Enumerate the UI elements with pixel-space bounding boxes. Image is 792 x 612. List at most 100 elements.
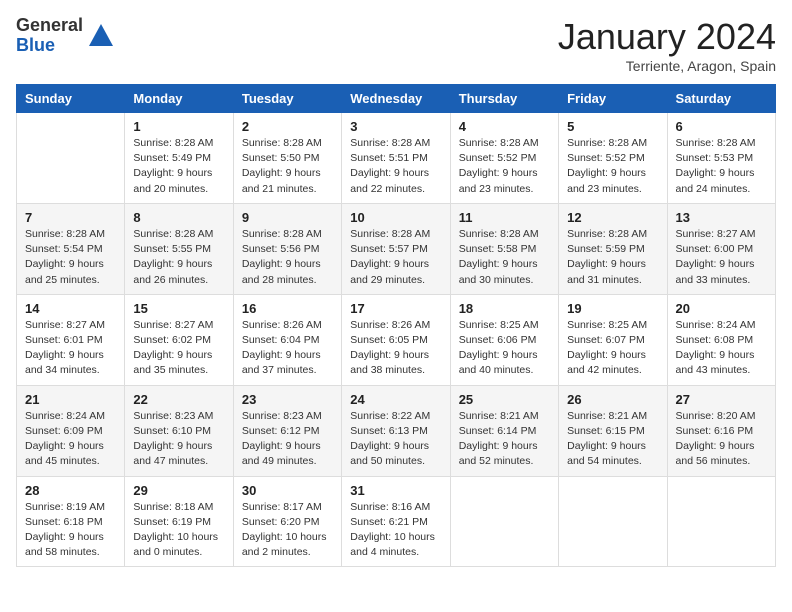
calendar-cell: 6 Sunrise: 8:28 AM Sunset: 5:53 PM Daylig… <box>667 113 775 204</box>
day-info: Sunrise: 8:23 AM Sunset: 6:12 PM Dayligh… <box>242 409 333 470</box>
day-info: Sunrise: 8:28 AM Sunset: 5:52 PM Dayligh… <box>459 136 550 197</box>
calendar-cell: 18 Sunrise: 8:25 AM Sunset: 6:06 PM Dayli… <box>450 294 558 385</box>
weekday-header-friday: Friday <box>559 85 667 113</box>
day-info: Sunrise: 8:24 AM Sunset: 6:09 PM Dayligh… <box>25 409 116 470</box>
day-info: Sunrise: 8:26 AM Sunset: 6:04 PM Dayligh… <box>242 318 333 379</box>
calendar-week-row: 14 Sunrise: 8:27 AM Sunset: 6:01 PM Dayli… <box>17 294 776 385</box>
day-info: Sunrise: 8:21 AM Sunset: 6:14 PM Dayligh… <box>459 409 550 470</box>
calendar-cell <box>559 476 667 567</box>
logo-icon <box>87 22 115 50</box>
calendar-week-row: 1Sunrise: 8:28 AM Sunset: 5:49 PM Daylig… <box>17 113 776 204</box>
calendar-cell: 5 Sunrise: 8:28 AM Sunset: 5:52 PM Daylig… <box>559 113 667 204</box>
day-number: 27 <box>676 392 767 407</box>
calendar-cell: 15 Sunrise: 8:27 AM Sunset: 6:02 PM Dayli… <box>125 294 233 385</box>
day-info: Sunrise: 8:22 AM Sunset: 6:13 PM Dayligh… <box>350 409 441 470</box>
calendar-cell: 10 Sunrise: 8:28 AM Sunset: 5:57 PM Dayli… <box>342 203 450 294</box>
day-info: Sunrise: 8:28 AM Sunset: 5:55 PM Dayligh… <box>133 227 224 288</box>
day-number: 16 <box>242 301 333 316</box>
day-info: Sunrise: 8:26 AM Sunset: 6:05 PM Dayligh… <box>350 318 441 379</box>
calendar-cell: 27 Sunrise: 8:20 AM Sunset: 6:16 PM Dayli… <box>667 385 775 476</box>
logo: General Blue <box>16 16 115 56</box>
calendar-cell: 16 Sunrise: 8:26 AM Sunset: 6:04 PM Dayli… <box>233 294 341 385</box>
calendar-cell: 23 Sunrise: 8:23 AM Sunset: 6:12 PM Dayli… <box>233 385 341 476</box>
calendar-cell: 13 Sunrise: 8:27 AM Sunset: 6:00 PM Dayli… <box>667 203 775 294</box>
day-info: Sunrise: 8:27 AM Sunset: 6:01 PM Dayligh… <box>25 318 116 379</box>
day-number: 4 <box>459 119 550 134</box>
calendar-cell: 1Sunrise: 8:28 AM Sunset: 5:49 PM Daylig… <box>125 113 233 204</box>
day-info: Sunrise: 8:25 AM Sunset: 6:07 PM Dayligh… <box>567 318 658 379</box>
calendar-cell: 8 Sunrise: 8:28 AM Sunset: 5:55 PM Daylig… <box>125 203 233 294</box>
day-number: 23 <box>242 392 333 407</box>
weekday-header-monday: Monday <box>125 85 233 113</box>
weekday-header-tuesday: Tuesday <box>233 85 341 113</box>
day-number: 15 <box>133 301 224 316</box>
day-number: 1 <box>133 119 224 134</box>
day-number: 10 <box>350 210 441 225</box>
day-number: 30 <box>242 483 333 498</box>
day-info: Sunrise: 8:28 AM Sunset: 5:52 PM Dayligh… <box>567 136 658 197</box>
weekday-header-saturday: Saturday <box>667 85 775 113</box>
weekday-header-wednesday: Wednesday <box>342 85 450 113</box>
day-number: 13 <box>676 210 767 225</box>
month-title: January 2024 <box>558 16 776 58</box>
calendar-cell: 14 Sunrise: 8:27 AM Sunset: 6:01 PM Dayli… <box>17 294 125 385</box>
calendar-cell: 22 Sunrise: 8:23 AM Sunset: 6:10 PM Dayli… <box>125 385 233 476</box>
day-number: 3 <box>350 119 441 134</box>
day-number: 28 <box>25 483 116 498</box>
day-number: 22 <box>133 392 224 407</box>
day-info: Sunrise: 8:21 AM Sunset: 6:15 PM Dayligh… <box>567 409 658 470</box>
calendar-cell: 19Sunrise: 8:25 AM Sunset: 6:07 PM Dayli… <box>559 294 667 385</box>
logo-blue-text: Blue <box>16 36 83 56</box>
weekday-header-row: SundayMondayTuesdayWednesdayThursdayFrid… <box>17 85 776 113</box>
weekday-header-sunday: Sunday <box>17 85 125 113</box>
calendar-cell: 21 Sunrise: 8:24 AM Sunset: 6:09 PM Dayli… <box>17 385 125 476</box>
logo-general-text: General <box>16 16 83 36</box>
day-number: 6 <box>676 119 767 134</box>
day-info: Sunrise: 8:18 AM Sunset: 6:19 PM Dayligh… <box>133 500 224 561</box>
calendar-cell: 30 Sunrise: 8:17 AM Sunset: 6:20 PM Dayli… <box>233 476 341 567</box>
day-info: Sunrise: 8:19 AM Sunset: 6:18 PM Dayligh… <box>25 500 116 561</box>
calendar-cell: 11 Sunrise: 8:28 AM Sunset: 5:58 PM Dayli… <box>450 203 558 294</box>
calendar-cell: 2Sunrise: 8:28 AM Sunset: 5:50 PM Daylig… <box>233 113 341 204</box>
calendar-week-row: 21 Sunrise: 8:24 AM Sunset: 6:09 PM Dayli… <box>17 385 776 476</box>
calendar-week-row: 7Sunrise: 8:28 AM Sunset: 5:54 PM Daylig… <box>17 203 776 294</box>
day-number: 14 <box>25 301 116 316</box>
day-number: 12 <box>567 210 658 225</box>
calendar-table: SundayMondayTuesdayWednesdayThursdayFrid… <box>16 84 776 567</box>
calendar-cell <box>17 113 125 204</box>
calendar-cell: 20 Sunrise: 8:24 AM Sunset: 6:08 PM Dayli… <box>667 294 775 385</box>
day-number: 20 <box>676 301 767 316</box>
day-info: Sunrise: 8:23 AM Sunset: 6:10 PM Dayligh… <box>133 409 224 470</box>
day-number: 21 <box>25 392 116 407</box>
day-info: Sunrise: 8:17 AM Sunset: 6:20 PM Dayligh… <box>242 500 333 561</box>
day-number: 8 <box>133 210 224 225</box>
calendar-cell: 17Sunrise: 8:26 AM Sunset: 6:05 PM Dayli… <box>342 294 450 385</box>
day-info: Sunrise: 8:20 AM Sunset: 6:16 PM Dayligh… <box>676 409 767 470</box>
calendar-cell: 31Sunrise: 8:16 AM Sunset: 6:21 PM Dayli… <box>342 476 450 567</box>
day-info: Sunrise: 8:27 AM Sunset: 6:02 PM Dayligh… <box>133 318 224 379</box>
day-info: Sunrise: 8:28 AM Sunset: 5:58 PM Dayligh… <box>459 227 550 288</box>
calendar-cell: 25 Sunrise: 8:21 AM Sunset: 6:14 PM Dayli… <box>450 385 558 476</box>
day-info: Sunrise: 8:16 AM Sunset: 6:21 PM Dayligh… <box>350 500 441 561</box>
day-info: Sunrise: 8:24 AM Sunset: 6:08 PM Dayligh… <box>676 318 767 379</box>
calendar-cell: 29Sunrise: 8:18 AM Sunset: 6:19 PM Dayli… <box>125 476 233 567</box>
title-block: January 2024 Terriente, Aragon, Spain <box>558 16 776 74</box>
calendar-cell <box>450 476 558 567</box>
day-number: 11 <box>459 210 550 225</box>
day-info: Sunrise: 8:28 AM Sunset: 5:53 PM Dayligh… <box>676 136 767 197</box>
day-number: 25 <box>459 392 550 407</box>
page-header: General Blue January 2024 Terriente, Ara… <box>16 16 776 74</box>
calendar-cell: 3Sunrise: 8:28 AM Sunset: 5:51 PM Daylig… <box>342 113 450 204</box>
calendar-cell: 12 Sunrise: 8:28 AM Sunset: 5:59 PM Dayli… <box>559 203 667 294</box>
calendar-cell: 7Sunrise: 8:28 AM Sunset: 5:54 PM Daylig… <box>17 203 125 294</box>
day-info: Sunrise: 8:28 AM Sunset: 5:57 PM Dayligh… <box>350 227 441 288</box>
day-number: 26 <box>567 392 658 407</box>
day-info: Sunrise: 8:25 AM Sunset: 6:06 PM Dayligh… <box>459 318 550 379</box>
day-info: Sunrise: 8:28 AM Sunset: 5:59 PM Dayligh… <box>567 227 658 288</box>
day-number: 5 <box>567 119 658 134</box>
calendar-cell <box>667 476 775 567</box>
calendar-cell: 26 Sunrise: 8:21 AM Sunset: 6:15 PM Dayli… <box>559 385 667 476</box>
day-info: Sunrise: 8:27 AM Sunset: 6:00 PM Dayligh… <box>676 227 767 288</box>
calendar-week-row: 28 Sunrise: 8:19 AM Sunset: 6:18 PM Dayli… <box>17 476 776 567</box>
day-number: 18 <box>459 301 550 316</box>
